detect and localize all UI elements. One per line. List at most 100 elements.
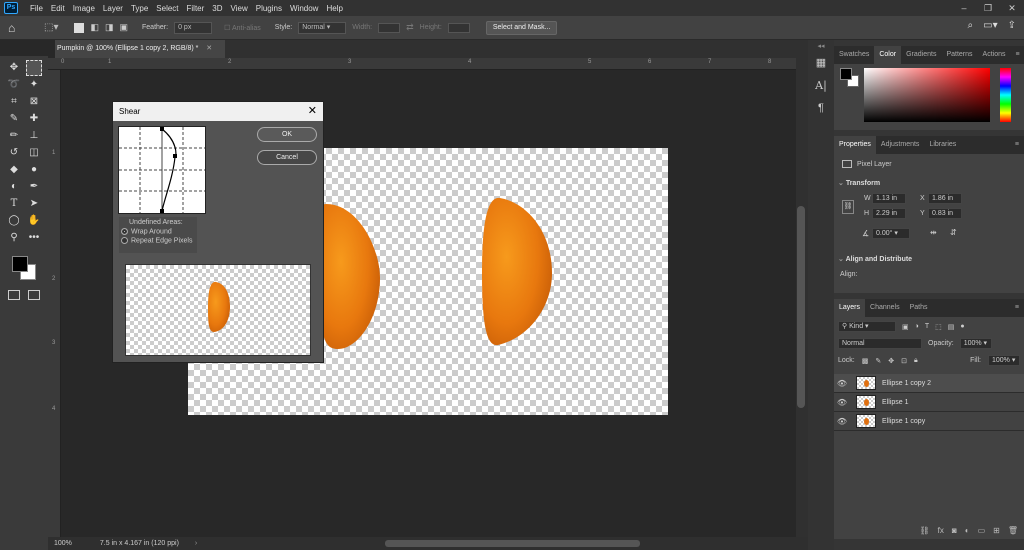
- menu-image[interactable]: Image: [69, 4, 99, 13]
- w-input[interactable]: 1.13 in: [872, 193, 906, 204]
- new-layer-icon[interactable]: ⊞: [993, 526, 1000, 535]
- eraser-tool-icon[interactable]: ◫: [26, 145, 42, 161]
- intersect-selection-icon[interactable]: ▣: [120, 22, 129, 33]
- align-header[interactable]: ⌄ Align and Distribute: [838, 255, 912, 263]
- layer-row[interactable]: 👁︎ Ellipse 1: [834, 393, 1024, 412]
- foreground-color-swatch[interactable]: [12, 256, 28, 272]
- pen-tool-icon[interactable]: ✒: [26, 179, 42, 195]
- tab-adjustments[interactable]: Adjustments: [876, 136, 925, 154]
- h-input[interactable]: 2.29 in: [872, 208, 906, 219]
- link-layers-icon[interactable]: ⛓: [920, 526, 930, 535]
- visibility-eye-icon[interactable]: 👁︎: [834, 379, 850, 388]
- visibility-eye-icon[interactable]: 👁︎: [834, 417, 850, 426]
- more-tools-icon[interactable]: •••: [26, 230, 42, 246]
- marquee-tool-icon[interactable]: [26, 60, 42, 76]
- menu-layer[interactable]: Layer: [99, 4, 127, 13]
- paint-bucket-tool-icon[interactable]: ◆: [6, 162, 22, 178]
- fill-input[interactable]: 100% ▾: [988, 355, 1020, 366]
- link-dimensions-icon[interactable]: ⛓: [842, 200, 854, 214]
- restore-icon[interactable]: ❐: [976, 0, 1000, 16]
- flip-vertical-icon[interactable]: ⇵: [950, 228, 957, 237]
- adjustment-layer-icon[interactable]: ◐: [965, 526, 970, 535]
- horizontal-scroll-thumb[interactable]: [385, 540, 640, 547]
- shear-curve-grid[interactable]: [118, 126, 206, 214]
- dodge-tool-icon[interactable]: ◐: [6, 179, 22, 195]
- history-brush-tool-icon[interactable]: ↺: [6, 145, 22, 161]
- tab-color[interactable]: Color: [874, 46, 902, 64]
- crop-tool-icon[interactable]: ⌗: [6, 94, 22, 110]
- hand-tool-icon[interactable]: ✋: [26, 213, 42, 229]
- ok-button[interactable]: OK: [257, 127, 317, 142]
- home-icon[interactable]: ⌂: [8, 21, 24, 35]
- paragraph-icon[interactable]: ¶: [808, 102, 834, 114]
- menu-window[interactable]: Window: [286, 4, 322, 13]
- color-fg-bg-swatch[interactable]: [840, 68, 860, 88]
- close-icon[interactable]: ✕: [1000, 0, 1024, 16]
- history-icon[interactable]: ▦: [808, 56, 834, 69]
- flip-horizontal-icon[interactable]: ⇹: [930, 228, 937, 237]
- width-input[interactable]: [378, 22, 401, 33]
- add-selection-icon[interactable]: ◧: [90, 22, 99, 33]
- filter-smart-object-icon[interactable]: ▤: [948, 323, 955, 331]
- spot-healing-tool-icon[interactable]: ✚: [26, 111, 42, 127]
- lock-transparent-icon[interactable]: ▩: [862, 357, 869, 365]
- eyedropper-tool-icon[interactable]: ✎: [6, 111, 22, 127]
- foreground-background-colors[interactable]: [10, 254, 40, 282]
- filter-toggle-icon[interactable]: ●: [960, 323, 964, 330]
- repeat-edge-radio[interactable]: Repeat Edge Pixels: [119, 237, 197, 245]
- document-tab[interactable]: Pumpkin @ 100% (Ellipse 1 copy 2, RGB/8)…: [55, 40, 225, 58]
- filter-type-icon[interactable]: T: [925, 323, 929, 330]
- share-icon[interactable]: ⇪: [1008, 20, 1016, 31]
- clone-stamp-tool-icon[interactable]: ⊥: [26, 128, 42, 144]
- feather-input[interactable]: 0 px: [174, 21, 213, 34]
- angle-input[interactable]: 0.00° ▾: [872, 228, 910, 239]
- menu-plugins[interactable]: Plugins: [252, 4, 286, 13]
- move-tool-icon[interactable]: ✥: [6, 60, 22, 76]
- tab-layers[interactable]: Layers: [834, 299, 866, 317]
- swap-dimensions-icon[interactable]: ⇄: [406, 22, 414, 33]
- delete-layer-icon[interactable]: 🗑︎: [1008, 526, 1018, 535]
- path-selection-tool-icon[interactable]: ➤: [26, 196, 42, 212]
- lasso-tool-icon[interactable]: ➰: [6, 77, 22, 93]
- workspace-icon[interactable]: ▭▾: [983, 20, 997, 31]
- layer-row[interactable]: 👁︎ Ellipse 1 copy: [834, 412, 1024, 431]
- status-menu-icon[interactable]: ›: [195, 540, 197, 547]
- tab-patterns[interactable]: Patterns: [941, 46, 977, 64]
- wrap-around-radio[interactable]: Wrap Around: [119, 228, 197, 235]
- type-tool-icon[interactable]: T: [6, 196, 22, 212]
- select-and-mask-button[interactable]: Select and Mask...: [485, 20, 558, 35]
- blend-mode-select[interactable]: Normal: [838, 338, 922, 349]
- dialog-close-icon[interactable]: ✕: [308, 102, 317, 121]
- layer-style-icon[interactable]: fx: [938, 526, 944, 535]
- lock-artboard-icon[interactable]: ⊡: [901, 357, 907, 365]
- tab-properties[interactable]: Properties: [834, 136, 876, 154]
- tab-close-icon[interactable]: ✕: [206, 45, 212, 52]
- menu-filter[interactable]: Filter: [183, 4, 209, 13]
- tab-actions[interactable]: Actions: [978, 46, 1011, 64]
- zoom-tool-icon[interactable]: ⚲: [6, 230, 22, 246]
- hue-slider[interactable]: [1000, 68, 1011, 122]
- add-mask-icon[interactable]: ◙: [952, 526, 957, 535]
- color-spectrum-field[interactable]: [864, 68, 990, 122]
- fg-swatch[interactable]: [840, 68, 852, 80]
- tab-paths[interactable]: Paths: [905, 299, 933, 317]
- lock-image-icon[interactable]: ✎: [875, 357, 881, 365]
- tab-gradients[interactable]: Gradients: [901, 46, 941, 64]
- filter-adjustment-icon[interactable]: ◑: [915, 323, 919, 330]
- menu-select[interactable]: Select: [152, 4, 182, 13]
- panel-menu-icon[interactable]: ≡: [1011, 46, 1024, 64]
- dialog-titlebar[interactable]: Shear: [113, 102, 323, 121]
- menu-file[interactable]: File: [26, 4, 47, 13]
- panel-menu-icon[interactable]: ≡: [1010, 299, 1024, 317]
- layer-row[interactable]: 👁︎ Ellipse 1 copy 2: [834, 374, 1024, 393]
- menu-help[interactable]: Help: [322, 4, 346, 13]
- tab-channels[interactable]: Channels: [865, 299, 905, 317]
- magic-wand-tool-icon[interactable]: ✦: [26, 77, 42, 93]
- collapse-panels-icon[interactable]: ◂◂: [808, 42, 834, 50]
- frame-tool-icon[interactable]: ⊠: [26, 94, 42, 110]
- quick-mask-icon[interactable]: [8, 290, 20, 300]
- character-icon[interactable]: A|: [808, 79, 834, 92]
- menu-view[interactable]: View: [227, 4, 252, 13]
- x-input[interactable]: 1.86 in: [928, 193, 962, 204]
- new-group-icon[interactable]: ▭: [978, 526, 986, 535]
